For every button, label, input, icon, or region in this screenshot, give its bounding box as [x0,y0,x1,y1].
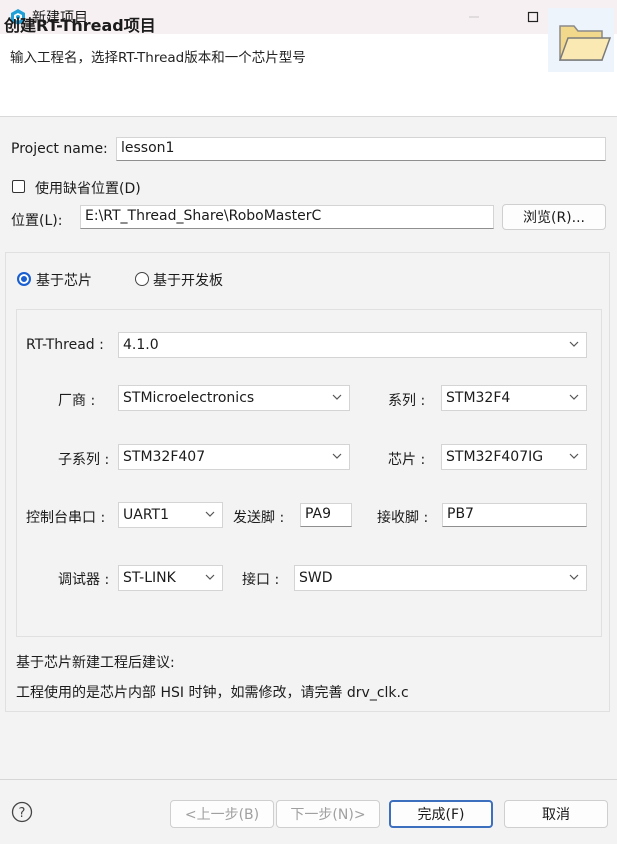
chevron-down-icon [569,394,579,400]
chevron-down-icon [569,574,579,580]
debugger-value: ST-LINK [123,570,176,586]
location-label: 位置(L): [11,213,63,229]
chip-label: 芯片 : [388,452,426,468]
rx-pin-input[interactable]: PB7 [442,503,587,527]
vendor-value: STMicroelectronics [123,390,255,406]
project-name-label: Project name: [11,141,108,157]
based-on-chip-radio[interactable] [17,272,31,286]
interface-label: 接口 : [242,572,280,588]
svg-text:?: ? [19,806,26,821]
chevron-down-icon [569,341,579,347]
console-uart-label: 控制台串口 : [26,510,106,526]
default-location-checkbox[interactable] [12,180,25,193]
cancel-button[interactable]: 取消 [504,800,608,828]
interface-select[interactable]: SWD [294,565,587,591]
debugger-label: 调试器 : [58,572,110,588]
minimize-icon [469,16,479,18]
minimize-button[interactable] [451,0,497,34]
based-on-board-label: 基于开发板 [153,273,223,289]
wizard-title: 创建RT-Thread项目 [4,16,156,35]
browse-button[interactable]: 浏览(R)... [502,204,606,230]
chevron-down-icon [205,511,215,517]
finish-button[interactable]: 完成(F) [389,800,493,828]
chevron-down-icon [205,574,215,580]
console-uart-value: UART1 [123,507,169,523]
project-name-input[interactable]: lesson1 [116,137,606,161]
help-icon[interactable]: ? [11,801,33,823]
vendor-label: 厂商 : [58,393,96,409]
vendor-select[interactable]: STMicroelectronics [118,385,350,411]
advice-text: 工程使用的是芯片内部 HSI 时钟，如需修改，请完善 drv_clk.c [16,685,409,701]
location-input[interactable]: E:\RT_Thread_Share\RoboMasterC [80,205,494,229]
tx-pin-input[interactable]: PA9 [300,503,352,527]
subseries-value: STM32F407 [123,449,206,465]
rtthread-version-label: RT-Thread : [26,337,104,353]
interface-value: SWD [299,570,333,586]
based-on-board-radio[interactable] [135,272,149,286]
based-on-chip-label: 基于芯片 [36,273,92,289]
chip-select[interactable]: STM32F407IG [441,444,587,470]
console-uart-select[interactable]: UART1 [118,502,223,528]
tx-pin-label: 发送脚 : [233,510,285,526]
subseries-select[interactable]: STM32F407 [118,444,350,470]
series-select[interactable]: STM32F4 [441,385,587,411]
chevron-down-icon [569,453,579,459]
footer-divider [0,779,617,780]
chevron-down-icon [332,394,342,400]
back-button[interactable]: <上一步(B) [170,800,274,828]
next-button[interactable]: 下一步(N)> [276,800,380,828]
rx-pin-label: 接收脚 : [377,510,429,526]
default-location-label: 使用缺省位置(D) [35,181,141,197]
advice-heading: 基于芯片新建工程后建议: [16,655,175,671]
chevron-down-icon [332,453,342,459]
series-value: STM32F4 [446,390,511,406]
debugger-select[interactable]: ST-LINK [118,565,223,591]
wizard-subtitle: 输入工程名，选择RT-Thread版本和一个芯片型号 [10,50,306,66]
series-label: 系列 : [388,393,426,409]
rtthread-version-select[interactable]: 4.1.0 [118,332,587,358]
subseries-label: 子系列 : [58,452,110,468]
rtthread-version-value: 4.1.0 [123,337,159,353]
chip-value: STM32F407IG [446,449,544,465]
folder-icon [548,8,614,72]
maximize-icon [527,11,539,23]
